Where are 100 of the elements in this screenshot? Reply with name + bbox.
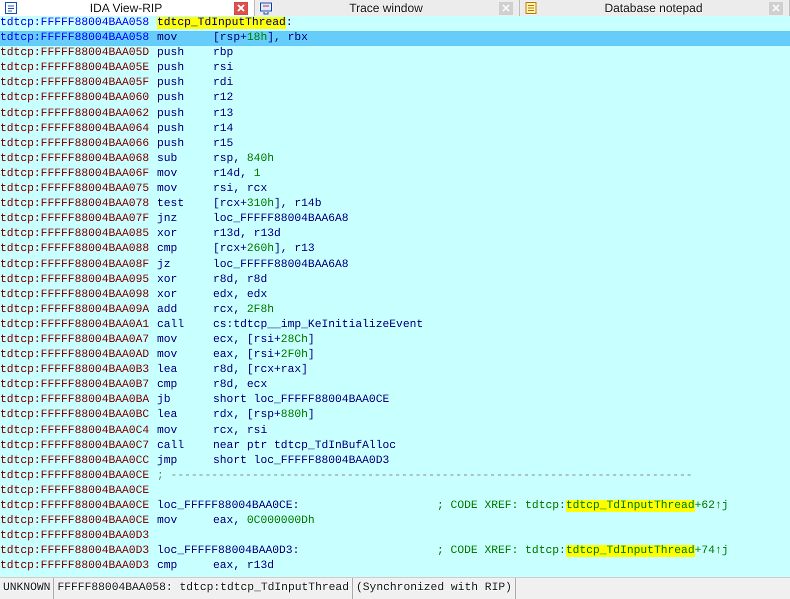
operand-text: eax, 0C000000Dh [213,514,315,530]
mnemonic-text: push [157,61,186,76]
code-line[interactable]: tdtcp:FFFFF88004BAA0CE mov eax, 0C000000Dh [0,514,790,530]
address-text: tdtcp:FFFFF88004BAA0D3 [0,544,150,560]
code-line[interactable]: tdtcp:FFFFF88004BAA085 xor r13d, r13d [0,227,790,242]
code-line[interactable]: tdtcp:FFFFF88004BAA075 mov rsi, rcx [0,182,790,198]
mnemonic-text: mov [157,31,178,46]
code-line[interactable]: tdtcp:FFFFF88004BAA060 push r12 [0,91,790,107]
code-line[interactable]: tdtcp:FFFFF88004BAA06F mov r14d, 1 [0,166,790,182]
address-text: tdtcp:FFFFF88004BAA05F [0,76,150,92]
code-line[interactable]: tdtcp:FFFFF88004BAA05E push rsi [0,61,790,76]
code-line[interactable]: tdtcp:FFFFF88004BAA0C4 mov rcx, rsi [0,424,790,439]
operand-text: rsi [213,61,234,76]
operand-text: rsp, 840h [213,152,274,167]
operand-text: rbp [213,46,234,62]
mnemonic-text: push [157,106,186,122]
mnemonic-text: mov [157,166,178,182]
code-line[interactable]: tdtcp:FFFFF88004BAA068 sub rsp, 840h [0,152,790,167]
address-text: tdtcp:FFFFF88004BAA058 [0,16,150,31]
code-line[interactable]: tdtcp:FFFFF88004BAA0B7 cmp r8d, ecx [0,378,790,394]
code-line[interactable]: tdtcp:FFFFF88004BAA095 xor r8d, r8d [0,272,790,288]
operand-text: r14d, 1 [213,166,260,182]
code-line[interactable]: tdtcp:FFFFF88004BAA0C7 call near ptr tdtcp_TdInBufAlloc [0,438,790,454]
address-text: tdtcp:FFFFF88004BAA0BC [0,408,150,424]
address-text: tdtcp:FFFFF88004BAA078 [0,197,150,212]
address-text: tdtcp:FFFFF88004BAA05E [0,61,150,76]
mnemonic-text: mov [157,514,178,530]
mnemonic-text: jnz [157,212,178,228]
mnemonic-text: mov [157,348,178,364]
mnemonic-text: push [157,76,186,92]
tab[interactable]: Database notepad [520,0,790,16]
code-line[interactable]: tdtcp:FFFFF88004BAA0CE ; ----------------------------------------------------------------------------- [0,468,790,484]
code-line[interactable]: tdtcp:FFFFF88004BAA066 push r15 [0,136,790,152]
code-line[interactable]: tdtcp:FFFFF88004BAA064 push r14 [0,122,790,137]
label-text: loc_FFFFF88004BAA0CE: [157,499,300,514]
operand-text: r15 [213,136,234,152]
status-text: (Synchronized with RIP) [352,578,516,599]
code-line[interactable]: tdtcp:FFFFF88004BAA0AD mov eax, [rsi+2F0h] [0,348,790,364]
code-line[interactable]: tdtcp:FFFFF88004BAA078 test [rcx+310h], r14b [0,197,790,212]
address-text: tdtcp:FFFFF88004BAA0CC [0,454,150,469]
label-text: loc_FFFFF88004BAA0D3: [157,544,300,560]
code-line[interactable]: tdtcp:FFFFF88004BAA07F jnz loc_FFFFF88004BAA6A8 [0,212,790,228]
address-text: tdtcp:FFFFF88004BAA05D [0,46,150,62]
code-line[interactable]: tdtcp:FFFFF88004BAA0CE [0,484,790,499]
mnemonic-text: sub [157,152,178,167]
operand-text: [rsp+18h], rbx [213,31,308,46]
close-icon [772,4,780,12]
address-text: tdtcp:FFFFF88004BAA0A7 [0,332,150,348]
code-line[interactable]: tdtcp:FFFFF88004BAA0A7 mov ecx, [rsi+28Ch] [0,332,790,348]
code-line[interactable]: tdtcp:FFFFF88004BAA05F push rdi [0,76,790,92]
code-line[interactable]: tdtcp:FFFFF88004BAA0D3 [0,529,790,544]
operand-text: r8d, r8d [213,272,268,288]
code-line[interactable]: tdtcp:FFFFF88004BAA05D push rbp [0,46,790,62]
address-text: tdtcp:FFFFF88004BAA0CE [0,468,150,484]
address-text: tdtcp:FFFFF88004BAA075 [0,182,150,198]
address-text: tdtcp:FFFFF88004BAA0BA [0,393,150,408]
separator-text: ; ----------------------------------------------------------------------------- [157,468,693,484]
code-line[interactable]: tdtcp:FFFFF88004BAA0CC jmp short loc_FFFFF88004BAA0D3 [0,454,790,469]
close-button[interactable] [234,2,248,14]
address-text: tdtcp:FFFFF88004BAA08F [0,258,150,272]
code-line[interactable]: tdtcp:FFFFF88004BAA058 tdtcp_TdInputThread: [0,16,790,32]
address-text: tdtcp:FFFFF88004BAA095 [0,272,150,288]
address-text: tdtcp:FFFFF88004BAA06F [0,166,150,182]
operand-text: rdx, [rsp+880h] [213,408,315,424]
tab[interactable]: Trace window [255,0,520,16]
mnemonic-text: lea [157,408,178,424]
address-text: tdtcp:FFFFF88004BAA0B7 [0,378,150,394]
address-text: tdtcp:FFFFF88004BAA064 [0,122,150,137]
operand-text: short loc_FFFFF88004BAA0D3 [213,454,390,469]
code-line[interactable]: tdtcp:FFFFF88004BAA088 cmp [rcx+260h], r13 [0,242,790,258]
operand-text: rsi, rcx [213,182,268,198]
code-line[interactable]: tdtcp:FFFFF88004BAA0CE loc_FFFFF88004BAA0CE: ; CODE XREF: tdtcp:tdtcp_TdInputThread+62↑j [0,499,790,514]
code-line[interactable]: tdtcp:FFFFF88004BAA0B3 lea r8d, [rcx+rax] [0,363,790,378]
address-text: tdtcp:FFFFF88004BAA07F [0,212,150,228]
code-line[interactable]: tdtcp:FFFFF88004BAA062 push r13 [0,106,790,122]
code-line[interactable]: tdtcp:FFFFF88004BAA0D3 cmp eax, r13d [0,559,790,574]
operand-text: near ptr tdtcp_TdInBufAlloc [213,438,396,454]
address-text: tdtcp:FFFFF88004BAA0B3 [0,363,150,378]
address-text: tdtcp:FFFFF88004BAA0CE [0,514,150,530]
address-text: tdtcp:FFFFF88004BAA060 [0,91,150,106]
mnemonic-text: xor [157,272,178,288]
operand-text: r13 [213,106,234,122]
operand-text: loc_FFFFF88004BAA6A8 [213,258,349,272]
code-line[interactable]: tdtcp:FFFFF88004BAA0D3 loc_FFFFF88004BAA0D3: ; CODE XREF: tdtcp:tdtcp_TdInputThread+74↑j [0,544,790,560]
code-line[interactable]: tdtcp:FFFFF88004BAA0A1 call cs:tdtcp__imp_KeInitializeEvent [0,318,790,333]
mnemonic-text: call [157,438,186,454]
code-line[interactable]: tdtcp:FFFFF88004BAA098 xor edx, edx [0,288,790,303]
code-line[interactable]: tdtcp:FFFFF88004BAA08F jz loc_FFFFF88004BAA6A8 [0,258,790,273]
window-icon [259,1,273,15]
mnemonic-text: xor [157,227,178,242]
address-text: tdtcp:FFFFF88004BAA088 [0,242,150,258]
tab[interactable]: IDA View-RIP [0,0,255,16]
code-line[interactable]: tdtcp:FFFFF88004BAA0BC lea rdx, [rsp+880h] [0,408,790,424]
code-line[interactable]: tdtcp:FFFFF88004BAA0BA jb short loc_FFFFF88004BAA0CE [0,393,790,408]
operand-text: cs:tdtcp__imp_KeInitializeEvent [213,318,424,333]
code-line[interactable]: tdtcp:FFFFF88004BAA09A add rcx, 2F8h [0,302,790,318]
mnemonic-text: cmp [157,559,178,574]
address-text: tdtcp:FFFFF88004BAA0D3 [0,529,150,544]
operand-text: rcx, rsi [213,424,268,439]
operand-text: r8d, ecx [213,378,268,394]
